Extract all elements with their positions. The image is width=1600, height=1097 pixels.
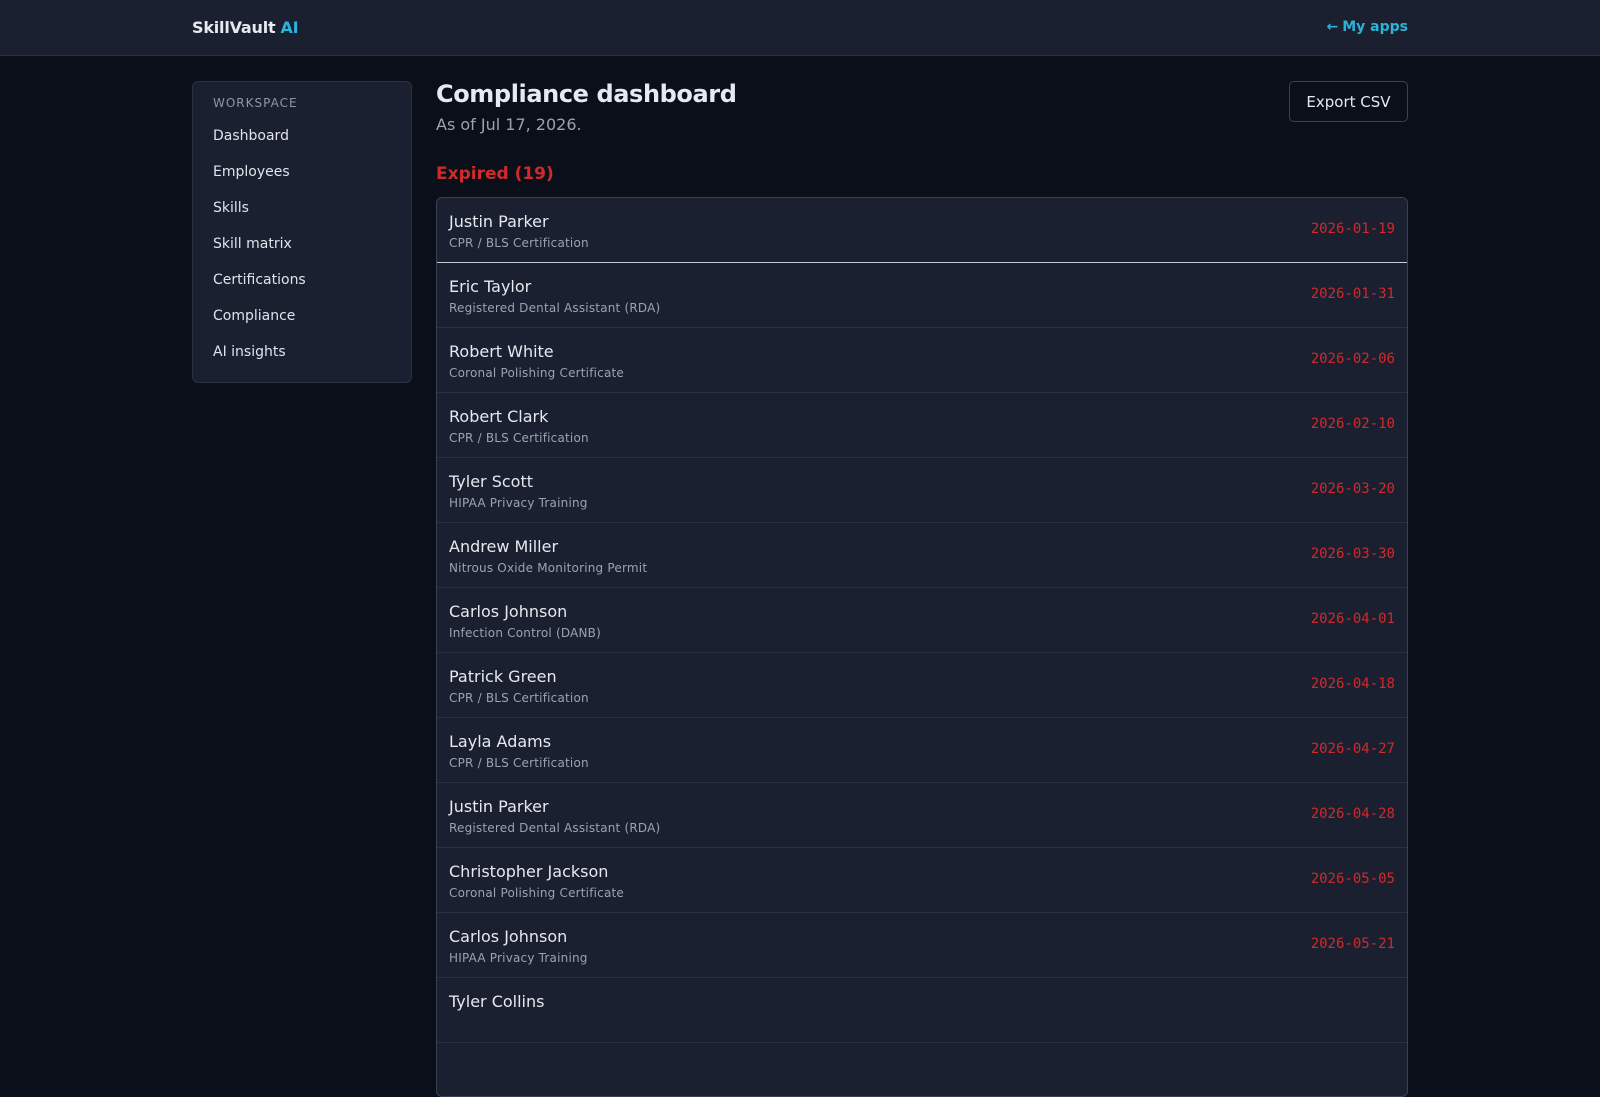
- my-apps-label: My apps: [1342, 19, 1408, 35]
- my-apps-link[interactable]: ← My apps: [1327, 19, 1409, 35]
- employee-name: Tyler Collins: [449, 992, 545, 1011]
- sidebar-item-certifications[interactable]: Certifications: [213, 270, 393, 306]
- expiry-date: 2026-02-10: [1310, 416, 1395, 432]
- list-item[interactable]: Layla Adams CPR / BLS Certification 2026…: [437, 718, 1407, 783]
- list-item[interactable]: Justin Parker CPR / BLS Certification 20…: [437, 198, 1407, 263]
- employee-name: Carlos Johnson: [449, 602, 568, 621]
- sidebar-nav: Dashboard Employees Skills Skill matrix …: [213, 126, 393, 378]
- page-subtitle: As of Jul 17, 2026.: [436, 115, 582, 134]
- employee-name: Eric Taylor: [449, 277, 532, 296]
- list-item[interactable]: Robert Clark CPR / BLS Certification 202…: [437, 393, 1407, 458]
- expired-section-title: Expired (19): [436, 164, 554, 184]
- certification-name: Coronal Polishing Certificate: [449, 366, 625, 380]
- sidebar-item-skill-matrix[interactable]: Skill matrix: [213, 234, 393, 270]
- top-bar: SkillVault AI ← My apps: [0, 0, 1600, 56]
- employee-name: Tyler Scott: [449, 472, 533, 491]
- certification-name: CPR / BLS Certification: [449, 236, 589, 250]
- employee-name: Justin Parker: [449, 212, 549, 231]
- expiry-date: 2026-04-27: [1310, 741, 1395, 757]
- list-item[interactable]: Justin Parker Registered Dental Assistan…: [437, 783, 1407, 848]
- certification-name: CPR / BLS Certification: [449, 691, 589, 705]
- brand-logo[interactable]: SkillVault AI: [192, 18, 299, 37]
- expiry-date: 2026-04-01: [1310, 611, 1395, 627]
- sidebar: WORKSPACE Dashboard Employees Skills Ski…: [192, 81, 412, 383]
- certification-name: CPR / BLS Certification: [449, 756, 589, 770]
- employee-name: Robert White: [449, 342, 554, 361]
- expiry-date: 2026-05-21: [1310, 936, 1395, 952]
- list-item[interactable]: Carlos Johnson Infection Control (DANB) …: [437, 588, 1407, 653]
- list-item[interactable]: Tyler Collins: [437, 978, 1407, 1043]
- certification-name: HIPAA Privacy Training: [449, 951, 588, 965]
- list-item[interactable]: Patrick Green CPR / BLS Certification 20…: [437, 653, 1407, 718]
- page-title: Compliance dashboard: [436, 80, 737, 108]
- brand-accent: AI: [280, 18, 299, 37]
- certification-name: Infection Control (DANB): [449, 626, 601, 640]
- sidebar-item-skills[interactable]: Skills: [213, 198, 393, 234]
- certification-name: Nitrous Oxide Monitoring Permit: [449, 561, 648, 575]
- employee-name: Andrew Miller: [449, 537, 559, 556]
- employee-name: Carlos Johnson: [449, 927, 568, 946]
- list-item[interactable]: Robert White Coronal Polishing Certifica…: [437, 328, 1407, 393]
- sidebar-item-compliance[interactable]: Compliance: [213, 306, 393, 342]
- sidebar-item-employees[interactable]: Employees: [213, 162, 393, 198]
- employee-name: Layla Adams: [449, 732, 552, 751]
- certification-name: Coronal Polishing Certificate: [449, 886, 625, 900]
- certification-name: Registered Dental Assistant (RDA): [449, 821, 661, 835]
- employee-name: Patrick Green: [449, 667, 557, 686]
- expiry-date: 2026-01-19: [1310, 221, 1395, 237]
- employee-name: Robert Clark: [449, 407, 549, 426]
- list-item[interactable]: Andrew Miller Nitrous Oxide Monitoring P…: [437, 523, 1407, 588]
- expiry-date: 2026-03-20: [1310, 481, 1395, 497]
- expiry-date: 2026-02-06: [1310, 351, 1395, 367]
- arrow-left-icon: ←: [1326, 19, 1339, 35]
- expiry-date: 2026-04-28: [1310, 806, 1395, 822]
- sidebar-section-label: WORKSPACE: [213, 96, 298, 110]
- employee-name: Christopher Jackson: [449, 862, 609, 881]
- list-item[interactable]: Eric Taylor Registered Dental Assistant …: [437, 263, 1407, 328]
- expiry-date: 2026-05-05: [1310, 871, 1395, 887]
- list-item[interactable]: Christopher Jackson Coronal Polishing Ce…: [437, 848, 1407, 913]
- employee-name: Justin Parker: [449, 797, 549, 816]
- certification-name: Registered Dental Assistant (RDA): [449, 301, 661, 315]
- certification-name: CPR / BLS Certification: [449, 431, 589, 445]
- expiry-date: 2026-01-31: [1310, 286, 1395, 302]
- certification-name: HIPAA Privacy Training: [449, 496, 588, 510]
- expiry-date: 2026-04-18: [1310, 676, 1395, 692]
- list-item[interactable]: Tyler Scott HIPAA Privacy Training 2026-…: [437, 458, 1407, 523]
- list-item[interactable]: Carlos Johnson HIPAA Privacy Training 20…: [437, 913, 1407, 978]
- sidebar-item-dashboard[interactable]: Dashboard: [213, 126, 393, 162]
- brand-name: SkillVault: [192, 18, 276, 37]
- expiry-date: 2026-03-30: [1310, 546, 1395, 562]
- export-csv-button[interactable]: Export CSV: [1289, 81, 1408, 122]
- expired-list: Justin Parker CPR / BLS Certification 20…: [436, 197, 1408, 1097]
- sidebar-item-ai-insights[interactable]: AI insights: [213, 342, 393, 378]
